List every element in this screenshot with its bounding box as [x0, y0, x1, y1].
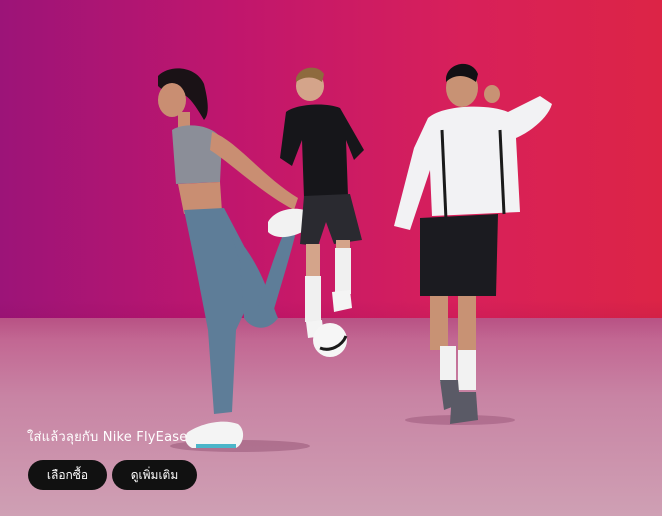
hero-caption: ใส่แล้วลุยกับ Nike FlyEase: [27, 430, 188, 445]
shop-button[interactable]: เลือกซื้อ: [28, 460, 107, 490]
hero-banner: ใส่แล้วลุยกับ Nike FlyEase เลือกซื้อ ดูเ…: [0, 0, 662, 516]
learn-more-button[interactable]: ดูเพิ่มเติม: [112, 460, 197, 490]
athlete-jacket-man: [394, 63, 552, 424]
